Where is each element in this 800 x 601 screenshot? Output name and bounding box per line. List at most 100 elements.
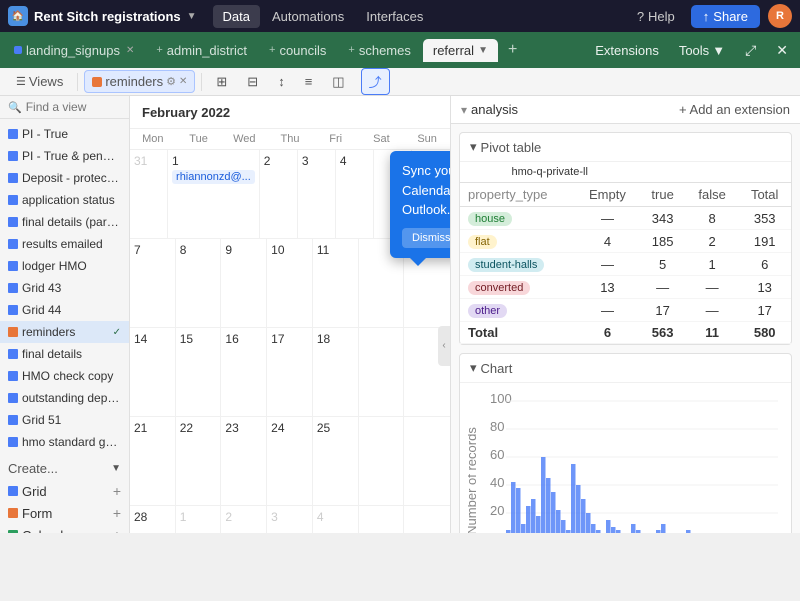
add-tab-button[interactable]: + xyxy=(500,37,525,63)
pivot-chevron-icon: ▾ xyxy=(470,139,477,155)
tab-admin-district[interactable]: + admin_district xyxy=(146,39,257,62)
app-logo[interactable]: 🏠 Rent Sitch registrations ▼ xyxy=(8,6,197,26)
sidebar-item-app-status[interactable]: application status xyxy=(0,189,129,211)
create-grid[interactable]: Grid + xyxy=(0,480,129,502)
sidebar-item-final-details[interactable]: final details xyxy=(0,343,129,365)
tab-chevron-icon[interactable]: ▼ xyxy=(478,45,488,56)
cal-cell[interactable]: 3 xyxy=(298,150,336,238)
group-button[interactable]: ≡ xyxy=(297,70,321,93)
collapse-handle[interactable]: ‹ xyxy=(438,326,450,366)
cal-cell[interactable]: 8 xyxy=(176,239,222,327)
sidebar-item-lodger-hmo[interactable]: lodger HMO xyxy=(0,255,129,277)
grid-icon xyxy=(8,349,18,359)
cal-cell[interactable] xyxy=(404,506,450,533)
user-avatar[interactable]: R xyxy=(768,4,792,28)
nav-data[interactable]: Data xyxy=(213,5,260,28)
cal-cell[interactable]: 24 xyxy=(267,417,313,505)
sidebar-item-deposit[interactable]: Deposit - protected xyxy=(0,167,129,189)
sidebar-item-grid44[interactable]: Grid 44 xyxy=(0,299,129,321)
cal-cell[interactable]: 2 xyxy=(221,506,267,533)
sidebar-item-grid43[interactable]: Grid 43 xyxy=(0,277,129,299)
extensions-button[interactable]: Extensions xyxy=(587,39,667,62)
cal-cell[interactable]: 28 xyxy=(130,506,176,533)
cal-cell[interactable] xyxy=(359,506,405,533)
tab-schemes[interactable]: + schemes xyxy=(338,39,420,62)
tab-dot xyxy=(14,46,22,54)
cal-cell[interactable]: 23 xyxy=(221,417,267,505)
cal-cell[interactable]: 7 xyxy=(130,239,176,327)
cal-cell[interactable] xyxy=(359,328,405,416)
cal-cell[interactable]: 15 xyxy=(176,328,222,416)
nav-interfaces[interactable]: Interfaces xyxy=(356,5,433,28)
tag-flat: flat xyxy=(468,235,497,249)
create-calendar[interactable]: Calendar + xyxy=(0,524,129,533)
cal-cell[interactable]: 4 xyxy=(336,150,374,238)
cal-cell[interactable]: 21 xyxy=(130,417,176,505)
calendar-event[interactable]: rhiannonzd@... xyxy=(172,170,255,184)
app-title-chevron[interactable]: ▼ xyxy=(187,11,197,22)
active-view-close-icon[interactable]: ✕ xyxy=(179,76,187,87)
tab-label: referral xyxy=(433,43,474,58)
cal-cell[interactable] xyxy=(404,417,450,505)
cal-cell[interactable]: 18 xyxy=(313,328,359,416)
help-button[interactable]: ? Help xyxy=(629,6,683,27)
sidebar-item-results[interactable]: results emailed xyxy=(0,233,129,255)
create-form[interactable]: Form + xyxy=(0,502,129,524)
sidebar-item-reminders[interactable]: reminders ✓ xyxy=(0,321,129,343)
sidebar-item-final-det[interactable]: final details (parti... xyxy=(0,211,129,233)
filter-button[interactable]: ⊟ xyxy=(239,70,266,94)
calendar-week-3: 14 15 16 17 18 xyxy=(130,328,450,417)
sidebar-item-pi-pendi[interactable]: PI - True & pendi... xyxy=(0,145,129,167)
chart-title[interactable]: ▾ Chart xyxy=(460,354,791,383)
search-input[interactable] xyxy=(26,100,130,114)
sidebar-item-outstanding[interactable]: outstanding depo... xyxy=(0,387,129,409)
nav-automations[interactable]: Automations xyxy=(262,5,354,28)
pivot-title[interactable]: ▾ Pivot table xyxy=(460,133,791,162)
cal-cell[interactable]: 17 xyxy=(267,328,313,416)
calendar-sync-button[interactable]: ⤴ xyxy=(361,68,390,95)
create-section[interactable]: Create... ▼ xyxy=(0,457,129,480)
cal-cell[interactable]: 4 xyxy=(313,506,359,533)
cal-cell[interactable]: 11 xyxy=(313,239,359,327)
sidebar-item-pi-true[interactable]: PI - True xyxy=(0,123,129,145)
hide-button[interactable]: ◫ xyxy=(324,70,352,94)
share-button[interactable]: ↑ Share xyxy=(691,5,760,28)
cal-cell[interactable]: 2 xyxy=(260,150,298,238)
tab-close-icon[interactable]: ✕ xyxy=(126,45,134,56)
active-view-settings-icon[interactable]: ⚙ xyxy=(166,75,176,88)
add-extension-button[interactable]: + Add an extension xyxy=(679,102,790,117)
tag-house: house xyxy=(468,212,512,226)
tools-button[interactable]: Tools ▼ xyxy=(671,39,733,62)
sort-button[interactable]: ↕ xyxy=(270,70,293,93)
plus-icon: + xyxy=(113,527,121,533)
cal-cell[interactable]: 1 xyxy=(176,506,222,533)
views-button[interactable]: ☰ Views xyxy=(8,70,71,93)
cal-cell[interactable]: 9 xyxy=(221,239,267,327)
tab-referral[interactable]: referral ▼ xyxy=(423,39,498,62)
close-panel-button[interactable]: ✕ xyxy=(768,38,796,63)
cal-cell[interactable]: 3 xyxy=(267,506,313,533)
cal-cell[interactable]: 25 xyxy=(313,417,359,505)
sidebar-item-grid51[interactable]: Grid 51 xyxy=(0,409,129,431)
active-view-chip[interactable]: reminders ⚙ ✕ xyxy=(84,70,195,93)
calendar-week-4: 21 22 23 24 25 xyxy=(130,417,450,506)
grid-view-button[interactable]: ⊞ xyxy=(208,70,235,94)
day-sat: Sat xyxy=(359,129,405,149)
cal-cell[interactable]: 1rhiannonzd@... xyxy=(168,150,260,238)
cal-cell[interactable]: 16 xyxy=(221,328,267,416)
cal-cell[interactable]: 22 xyxy=(176,417,222,505)
cal-cell[interactable]: 14 xyxy=(130,328,176,416)
expand-button[interactable]: ⤢ xyxy=(737,38,764,63)
dismiss-button[interactable]: Dismiss xyxy=(402,228,450,249)
tab-landing-signups[interactable]: landing_signups ✕ xyxy=(4,39,144,62)
tab-councils[interactable]: + councils xyxy=(259,39,336,62)
grid-icon xyxy=(8,305,18,315)
cal-cell[interactable] xyxy=(359,417,405,505)
collapse-icon[interactable]: ▾ xyxy=(461,103,467,117)
cal-cell[interactable]: 10 xyxy=(267,239,313,327)
svg-text:100: 100 xyxy=(490,391,512,406)
chart-svg: Number of records 100 80 60 40 20 0 xyxy=(468,391,783,533)
sidebar-item-hmo-standard[interactable]: hmo standard gro... xyxy=(0,431,129,453)
sidebar-item-hmo-check[interactable]: HMO check copy xyxy=(0,365,129,387)
cal-cell[interactable]: 31 xyxy=(130,150,168,238)
